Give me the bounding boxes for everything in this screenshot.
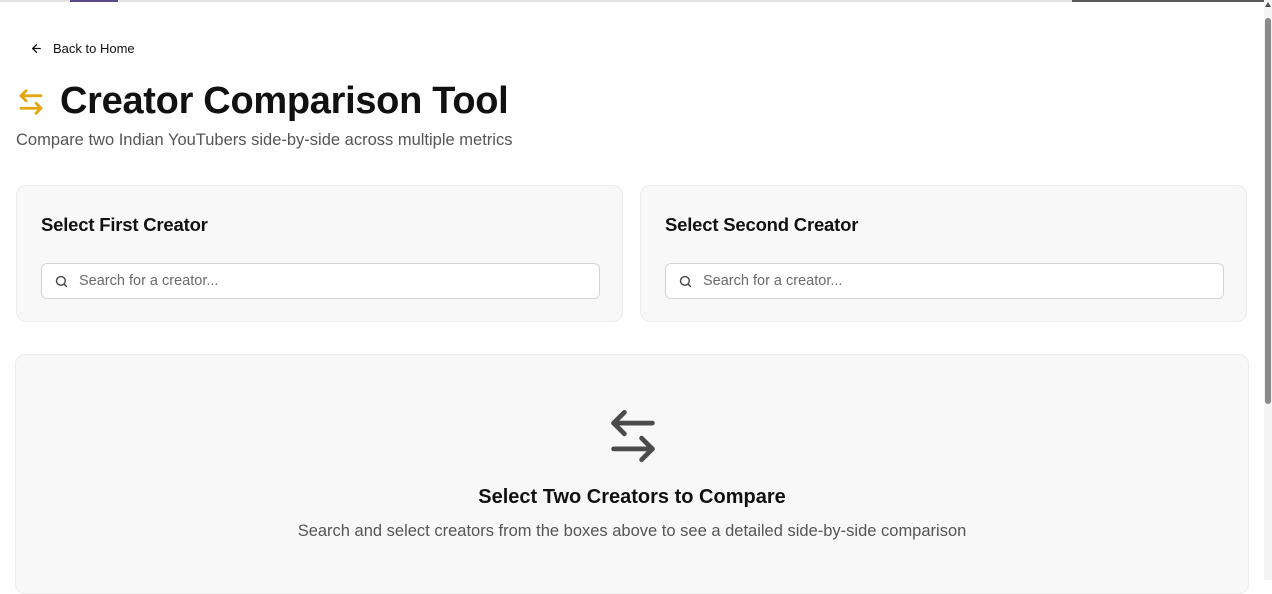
vertical-scrollbar[interactable] bbox=[1264, 0, 1272, 580]
page-load-progress bbox=[0, 0, 1264, 2]
scrollbar-thumb[interactable] bbox=[1265, 18, 1271, 404]
swap-arrows-icon bbox=[611, 409, 655, 463]
second-creator-heading: Select Second Creator bbox=[665, 214, 859, 235]
scroll-up-icon[interactable] bbox=[1265, 2, 1271, 7]
empty-state-description: Search and select creators from the boxe… bbox=[297, 522, 967, 540]
back-to-home-link[interactable]: Back to Home bbox=[30, 41, 135, 56]
comparison-empty-state: Select Two Creators to Compare Search an… bbox=[15, 354, 1249, 594]
back-link-label: Back to Home bbox=[53, 41, 135, 56]
search-icon bbox=[679, 275, 692, 287]
page-title: Creator Comparison Tool bbox=[60, 80, 509, 122]
first-creator-heading: Select First Creator bbox=[41, 214, 208, 235]
first-creator-search[interactable] bbox=[41, 263, 600, 299]
second-creator-search[interactable] bbox=[665, 263, 1224, 299]
second-creator-card: Select Second Creator bbox=[640, 185, 1247, 322]
arrow-left-icon bbox=[32, 44, 41, 53]
first-creator-card: Select First Creator bbox=[16, 185, 623, 322]
empty-state-title: Select Two Creators to Compare bbox=[478, 486, 786, 508]
search-icon bbox=[55, 275, 68, 287]
second-creator-search-input[interactable] bbox=[701, 272, 1205, 290]
first-creator-search-input[interactable] bbox=[77, 272, 581, 290]
progress-segment bbox=[70, 0, 118, 2]
swap-arrows-icon bbox=[19, 88, 43, 115]
progress-segment bbox=[1072, 0, 1264, 2]
page-subtitle: Compare two Indian YouTubers side-by-sid… bbox=[16, 131, 513, 149]
page-header: Creator Comparison Tool bbox=[16, 80, 509, 123]
